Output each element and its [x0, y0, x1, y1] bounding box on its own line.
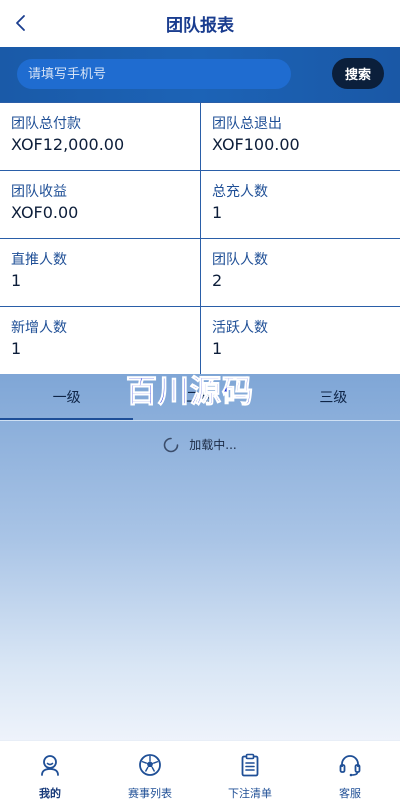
soccer-ball-icon — [139, 754, 161, 776]
tab-divider — [0, 420, 400, 421]
stat-label: 团队总付款 — [11, 116, 81, 132]
stat-value: XOF12,000.00 — [11, 135, 125, 154]
stat-value: 1 — [11, 339, 22, 358]
stat-team-earnings: 团队收益 XOF0.00 — [0, 171, 200, 239]
stat-label: 团队总退出 — [212, 116, 282, 132]
stat-label: 新增人数 — [11, 320, 67, 336]
bottom-nav: 我的 赛事列表 下注清单 客服 — [0, 740, 400, 802]
stat-label: 总充人数 — [212, 184, 268, 200]
stat-value: XOF0.00 — [11, 203, 79, 222]
top-bar: 团队报表 — [0, 0, 400, 47]
nav-item-events[interactable]: 赛事列表 — [100, 741, 200, 802]
user-icon — [41, 755, 59, 776]
tab-level-1[interactable]: 一级 — [0, 374, 134, 420]
nav-item-support[interactable]: 客服 — [300, 741, 400, 802]
nav-label: 下注清单 — [228, 787, 272, 800]
stat-label: 直推人数 — [11, 252, 67, 268]
team-list-section: 一级 二级 三级 加载中... — [0, 374, 400, 740]
headset-icon — [339, 755, 361, 777]
chevron-left-icon[interactable] — [8, 10, 34, 36]
stat-label: 团队人数 — [212, 252, 268, 268]
watermark-text: 百川源码 — [126, 374, 254, 411]
nav-label: 我的 — [39, 787, 61, 800]
stat-direct-referrals: 直推人数 1 — [0, 239, 200, 307]
stat-label: 团队收益 — [11, 184, 67, 200]
stat-value: 1 — [212, 339, 223, 358]
stat-value: 1 — [11, 271, 22, 290]
stat-active-members: 活跃人数 1 — [200, 307, 400, 375]
tab-level-3[interactable]: 三级 — [267, 374, 400, 420]
nav-label: 客服 — [339, 787, 361, 800]
stats-grid: 团队总付款 XOF12,000.00 团队总退出 XOF100.00 团队收益 … — [0, 102, 400, 375]
spinner-icon — [163, 437, 179, 452]
nav-item-mine[interactable]: 我的 — [0, 741, 100, 802]
stat-team-members: 团队人数 2 — [200, 239, 400, 307]
clipboard-icon — [241, 753, 259, 777]
nav-label: 赛事列表 — [128, 787, 172, 800]
search-box[interactable] — [17, 59, 291, 89]
stat-team-total-payment: 团队总付款 XOF12,000.00 — [0, 103, 200, 171]
loading-indicator: 加载中... — [0, 436, 400, 453]
stat-value: 2 — [212, 271, 223, 290]
stat-value: XOF100.00 — [212, 135, 300, 154]
page-title: 团队报表 — [166, 16, 234, 36]
loading-text: 加载中... — [189, 438, 237, 452]
stat-total-depositors: 总充人数 1 — [200, 171, 400, 239]
stat-label: 活跃人数 — [212, 320, 268, 336]
stat-team-total-withdrawal: 团队总退出 XOF100.00 — [200, 103, 400, 171]
phone-search-input[interactable] — [28, 66, 278, 82]
stat-new-members: 新增人数 1 — [0, 307, 200, 375]
nav-item-bets[interactable]: 下注清单 — [200, 741, 300, 802]
search-button[interactable]: 搜索 — [332, 58, 384, 89]
stat-value: 1 — [212, 203, 223, 222]
